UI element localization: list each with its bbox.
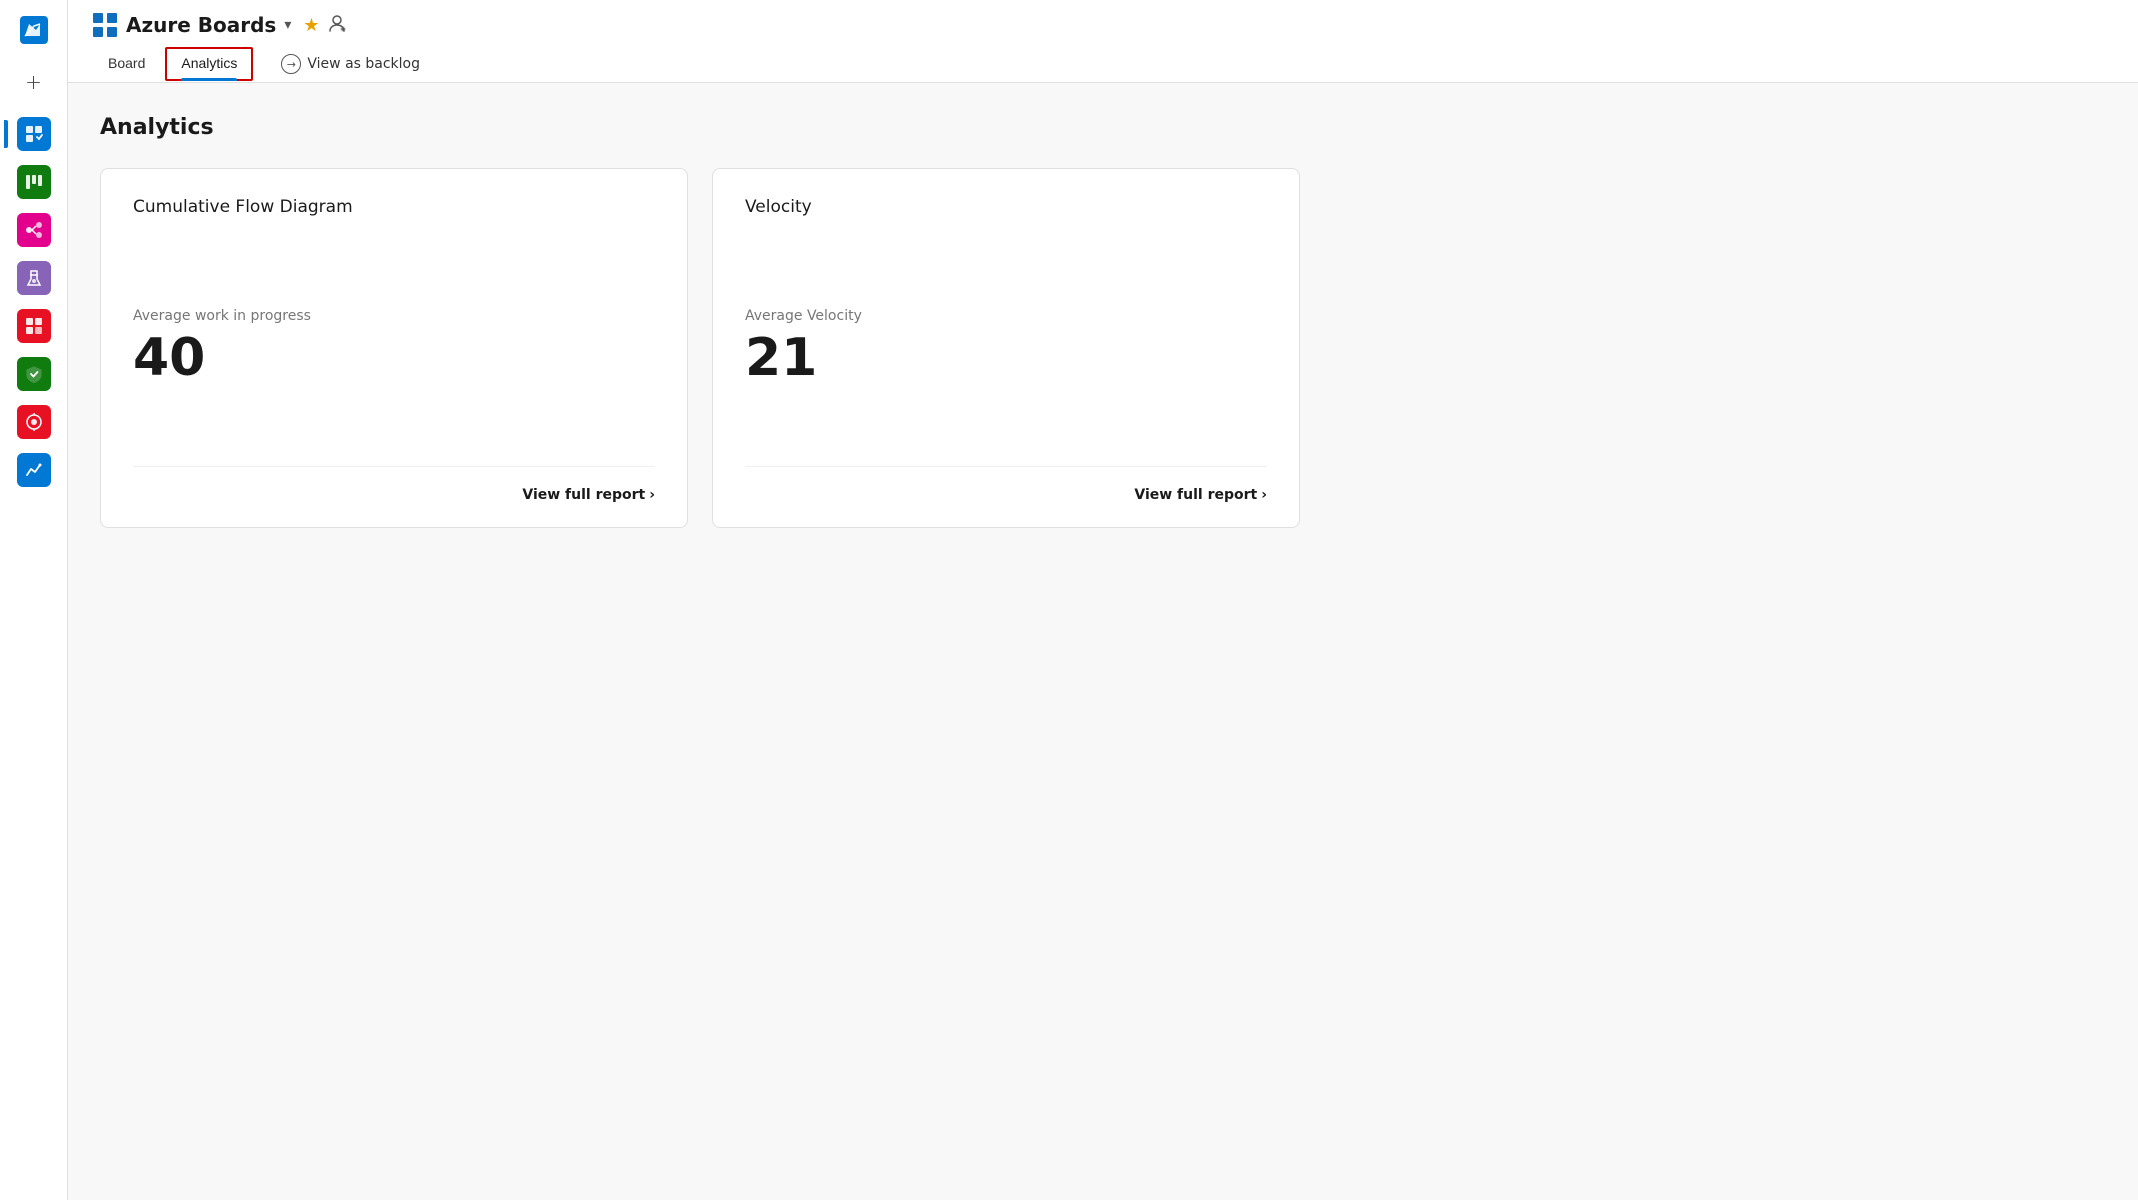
velocity-footer: View full report › [745,466,1267,503]
sidebar-item-analytics[interactable] [12,448,56,492]
cumulative-flow-metric-value: 40 [133,330,655,387]
sidebar-item-kanban[interactable] [12,160,56,204]
view-backlog-label: View as backlog [307,56,420,72]
cumulative-flow-chevron-icon: › [649,487,655,503]
app-title-text: Azure Boards [126,13,276,37]
sidebar-item-azure-devops[interactable] [12,8,56,52]
velocity-report-label: View full report [1134,487,1257,503]
header-top: Azure Boards ▾ ★ [92,12,2114,38]
app-title: Azure Boards [126,13,276,37]
page-content: Analytics Cumulative Flow Diagram Averag… [68,83,2138,1200]
sidebar-item-artifact[interactable] [12,304,56,348]
analytics-cards-grid: Cumulative Flow Diagram Average work in … [100,168,1300,528]
tabs-bar: Board Analytics → View as backlog [92,46,2114,82]
sidebar-item-security[interactable] [12,352,56,396]
velocity-metric-label: Average Velocity [745,308,1267,324]
favorite-star-icon[interactable]: ★ [303,15,319,36]
velocity-report-link[interactable]: View full report › [1134,487,1267,503]
main-content: Azure Boards ▾ ★ Board Analytics → [68,0,2138,1200]
cumulative-flow-card[interactable]: Cumulative Flow Diagram Average work in … [100,168,688,528]
sidebar: + [0,0,68,1200]
cumulative-flow-footer: View full report › [133,466,655,503]
velocity-title: Velocity [745,197,1267,217]
view-as-backlog-button[interactable]: → View as backlog [265,46,436,82]
velocity-metric-value: 21 [745,330,1267,387]
cumulative-flow-title: Cumulative Flow Diagram [133,197,655,217]
person-icon[interactable] [327,13,347,38]
backlog-circle-icon: → [281,54,301,74]
cumulative-flow-report-link[interactable]: View full report › [522,487,655,503]
cumulative-flow-metric-label: Average work in progress [133,308,655,324]
tab-board[interactable]: Board [92,47,161,81]
title-chevron-icon[interactable]: ▾ [284,17,291,33]
velocity-card[interactable]: Velocity Average Velocity 21 View full r… [712,168,1300,528]
sidebar-item-red-tool[interactable] [12,400,56,444]
grid-icon [92,12,118,38]
sidebar-item-test[interactable] [12,256,56,300]
sidebar-item-add[interactable]: + [12,60,56,104]
sidebar-item-pipeline[interactable] [12,208,56,252]
header: Azure Boards ▾ ★ Board Analytics → [68,0,2138,83]
page-title: Analytics [100,115,2106,140]
tab-analytics[interactable]: Analytics [165,47,253,81]
velocity-chevron-icon: › [1261,487,1267,503]
sidebar-item-boards[interactable] [12,112,56,156]
cumulative-flow-report-label: View full report [522,487,645,503]
